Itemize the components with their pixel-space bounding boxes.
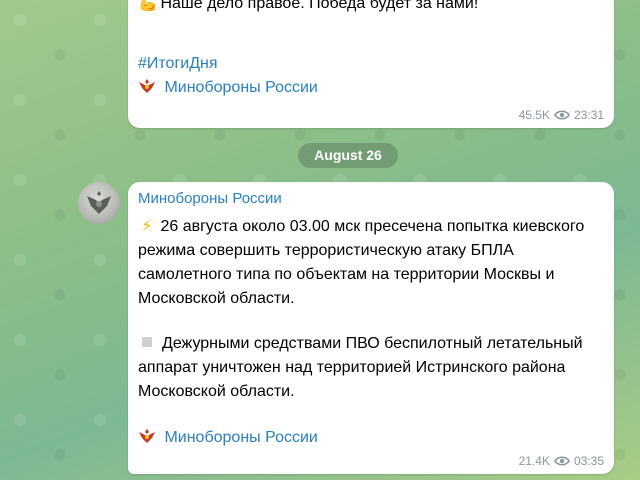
message-meta: 21.4K 03:35 — [519, 454, 604, 468]
views-count: 45.5K — [518, 108, 550, 122]
message-meta: 45.5K 23:31 — [519, 108, 604, 122]
message-bubble[interactable]: Минобороны России ⚡ 26 августа около 03.… — [128, 182, 614, 474]
message-text: Дежурными средствами ПВО беспилотный лет… — [162, 335, 583, 352]
message-text-line: самолетного типа по объектам на территор… — [138, 266, 555, 283]
eye-icon — [554, 456, 570, 466]
message-text: Наше дело правое. Победа будет за нами! — [160, 0, 479, 12]
lightning-emoji: ⚡ — [141, 218, 153, 235]
channel-signature-link[interactable]: Минобороны России — [164, 79, 317, 96]
message-text-line: Московской области. — [138, 383, 295, 400]
message-time: 03:35 — [573, 454, 604, 468]
eye-icon — [554, 110, 570, 120]
signature-line: Минобороны России — [138, 426, 604, 450]
message-text-line: 💪 Наше дело правое. Победа будет за нами… — [138, 0, 604, 16]
message-text-line: Московской области. — [138, 290, 295, 307]
views-count: 21.4K — [518, 454, 550, 468]
white-square-icon — [142, 337, 152, 347]
ministry-emblem-icon — [87, 191, 111, 214]
sender-name[interactable]: Минобороны России — [138, 190, 282, 207]
date-divider: August 26 — [298, 143, 398, 168]
message-time: 23:31 — [573, 108, 604, 122]
hashtag-line: #ИтогиДня — [138, 52, 604, 76]
hashtag-link[interactable]: #ИтогиДня — [138, 55, 218, 72]
signature-line: Минобороны России — [138, 76, 604, 100]
message-bubble[interactable]: 💪 Наше дело правое. Победа будет за нами… — [128, 0, 614, 128]
message-text-line: Дежурными средствами ПВО беспилотный лет… — [138, 332, 604, 356]
message-text: 26 августа около 03.00 мск пресечена поп… — [160, 218, 585, 235]
message-text-line: режима совершить террористическую атаку … — [138, 242, 514, 259]
channel-avatar[interactable] — [78, 182, 120, 224]
flexed-biceps-emoji: 💪 — [138, 0, 158, 12]
message-text-line: аппарат уничтожен над территорией Истрин… — [138, 359, 566, 376]
ministry-emblem-icon — [139, 429, 155, 443]
ministry-emblem-icon — [139, 79, 155, 93]
message-text-line: ⚡ 26 августа около 03.00 мск пресечена п… — [138, 215, 604, 239]
channel-signature-link[interactable]: Минобороны России — [164, 429, 317, 446]
